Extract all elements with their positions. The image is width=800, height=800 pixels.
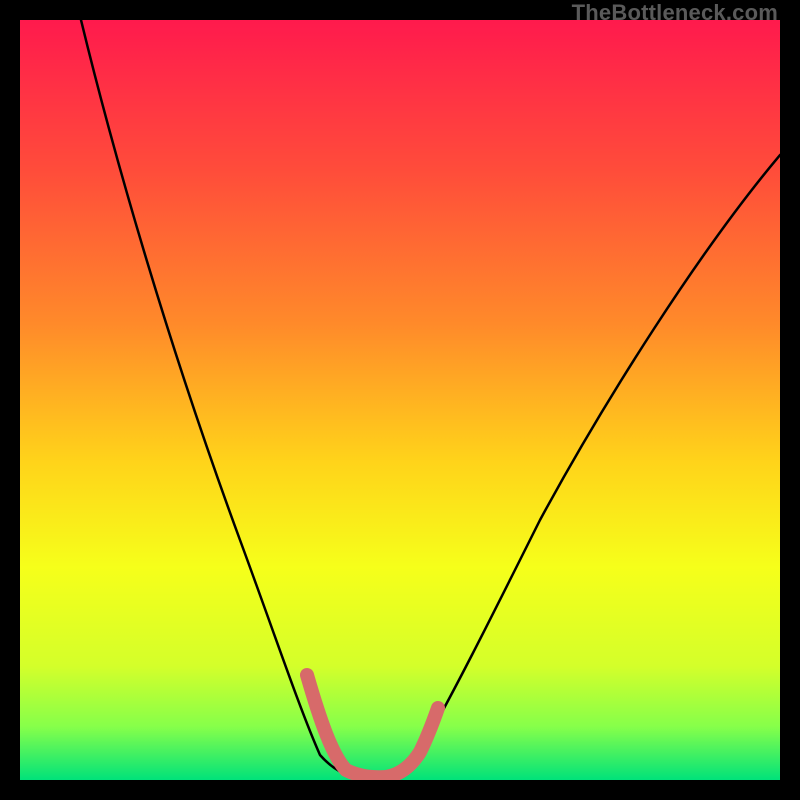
chart-svg: [20, 20, 780, 780]
plot-background: [20, 20, 780, 780]
chart-frame: [20, 20, 780, 780]
watermark-text: TheBottleneck.com: [572, 0, 778, 26]
